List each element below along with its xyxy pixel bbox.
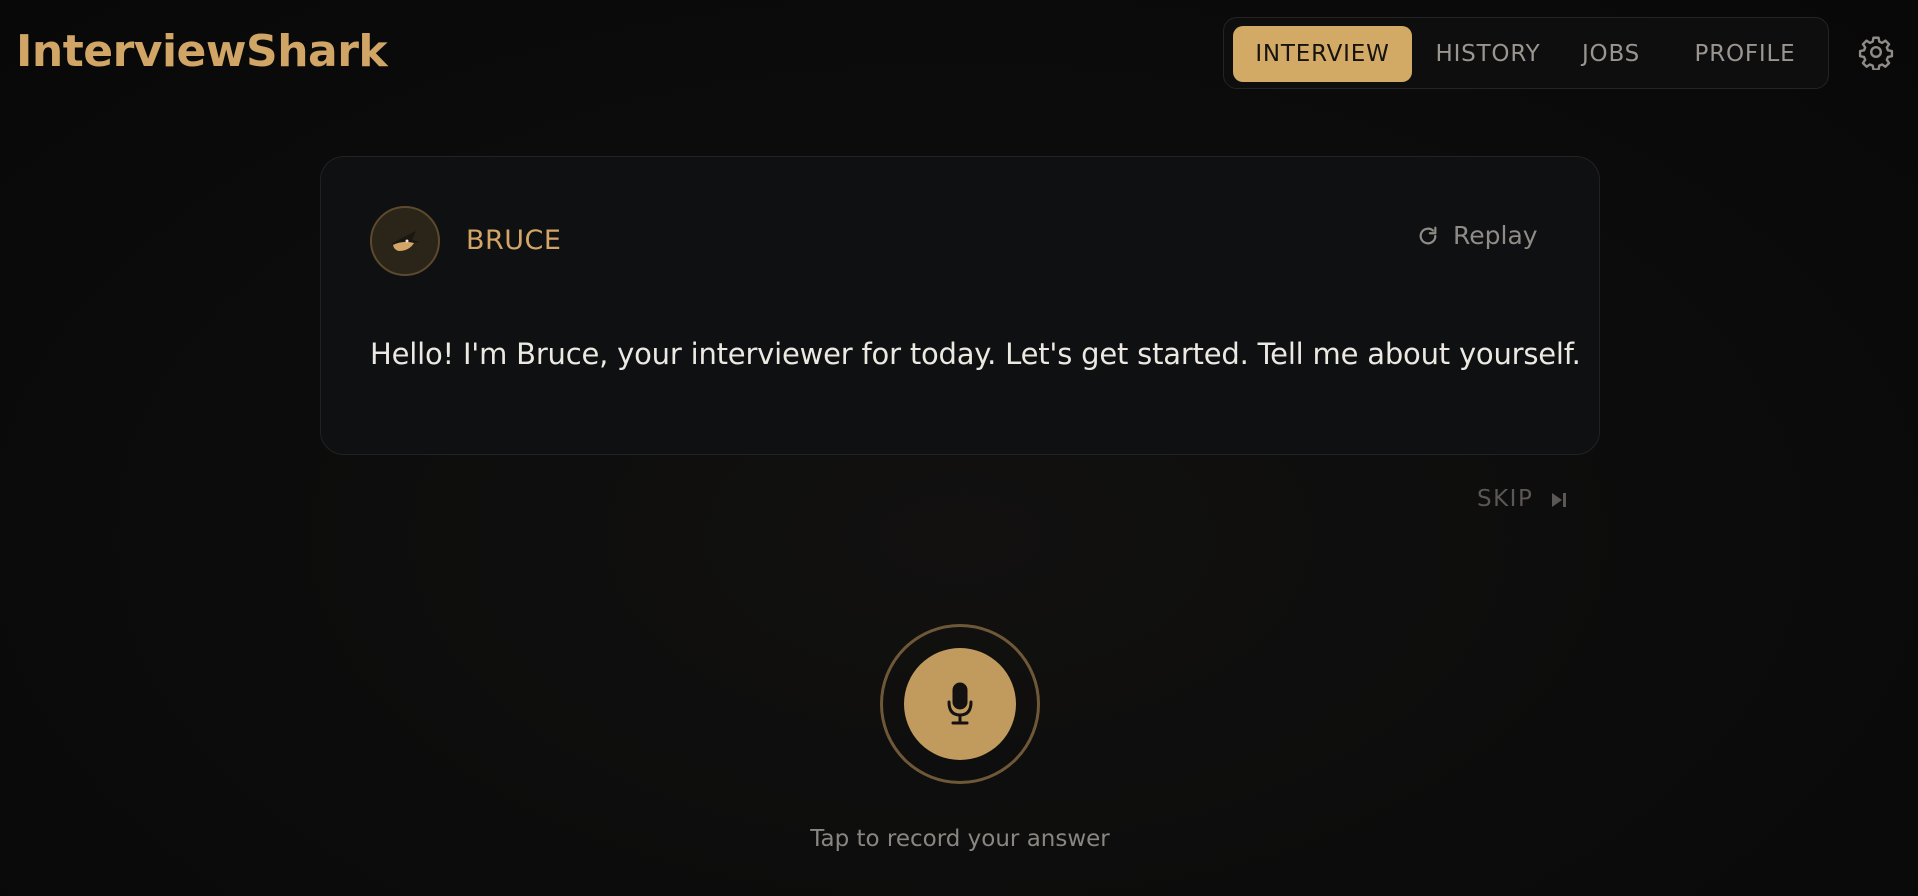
tab-profile[interactable]: PROFILE [1674, 26, 1816, 82]
tab-history[interactable]: HISTORY [1424, 26, 1552, 82]
tab-jobs[interactable]: JOBS [1566, 26, 1656, 82]
interviewer-message: Hello! I'm Bruce, your interviewer for t… [370, 337, 1581, 371]
main-nav: INTERVIEW HISTORY JOBS PROFILE [1223, 17, 1829, 89]
skip-label: SKIP [1477, 486, 1534, 512]
gear-icon [1858, 36, 1894, 71]
replay-label: Replay [1453, 221, 1538, 250]
interviewer-card: BRUCE Replay Hello! I'm Bruce, your inte… [320, 156, 1600, 455]
refresh-icon [1419, 226, 1437, 245]
record-button[interactable] [904, 648, 1016, 760]
avatar [370, 206, 440, 276]
record-hint: Tap to record your answer [810, 826, 1110, 852]
tab-interview[interactable]: INTERVIEW [1233, 26, 1412, 82]
microphone-icon [947, 682, 973, 725]
speaker-name: BRUCE [466, 225, 562, 256]
settings-button[interactable] [1858, 34, 1894, 71]
skip-forward-icon [1552, 493, 1566, 507]
app-logo: InterviewShark [16, 26, 388, 77]
shark-avatar-icon [391, 231, 421, 251]
